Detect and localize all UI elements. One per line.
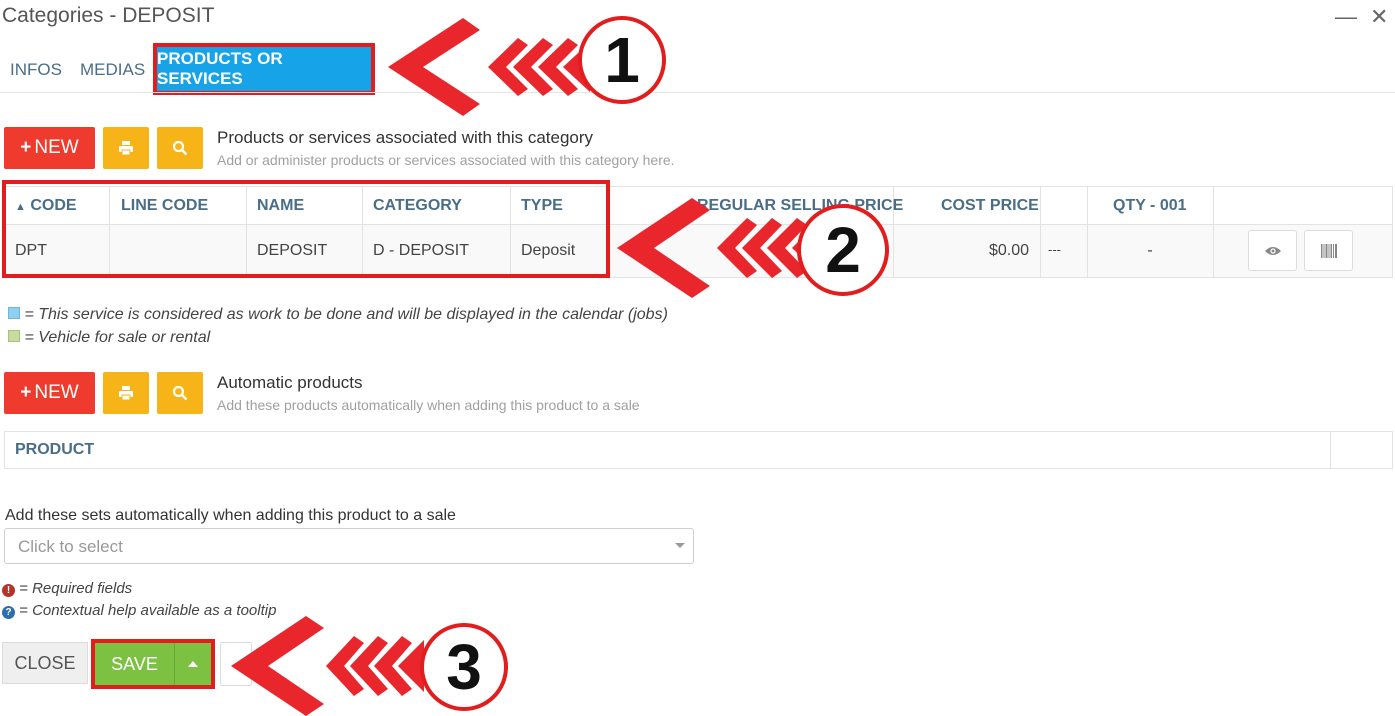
new-button-label: NEW — [34, 382, 79, 403]
eye-icon — [1264, 246, 1281, 255]
required-note: ! = Required fields — [2, 580, 132, 597]
annotation-arrow-2 — [617, 198, 824, 298]
search-icon — [172, 140, 188, 156]
question-icon: ? — [2, 606, 15, 619]
sets-select[interactable]: Click to select — [4, 528, 694, 564]
print-button[interactable] — [103, 127, 149, 169]
annotation-circle-2: 2 — [797, 204, 889, 296]
view-button[interactable] — [1248, 230, 1297, 271]
annotation-circle-1: 1 — [578, 16, 666, 104]
close-button[interactable]: CLOSE — [2, 642, 88, 684]
window-title: Categories - DEPOSIT — [2, 4, 215, 27]
annotation-arrow-3 — [231, 616, 424, 716]
search-button[interactable] — [157, 127, 203, 169]
column-header-qty[interactable]: QTY - 001 — [1113, 197, 1187, 215]
automatic-products-table — [4, 431, 1393, 469]
column-header-product[interactable]: PRODUCT — [15, 441, 94, 459]
print-icon — [119, 141, 133, 156]
chevron-up-icon — [188, 661, 198, 667]
save-button[interactable]: SAVE — [95, 643, 175, 685]
tab-medias[interactable]: MEDIAS — [80, 60, 145, 80]
cell-qty: - — [1147, 242, 1153, 259]
cell-extra: --- — [1048, 242, 1061, 257]
tab-infos[interactable]: INFOS — [10, 60, 62, 80]
print-automatic-button[interactable] — [103, 372, 149, 414]
legend-vehicle-swatch — [8, 330, 20, 342]
search-icon — [172, 385, 188, 401]
sets-label: Add these sets automatically when adding… — [5, 507, 456, 524]
legend-service-swatch — [8, 307, 20, 319]
automatic-section-title: Automatic products — [217, 373, 363, 392]
legend-vehicle: = Vehicle for sale or rental — [8, 329, 210, 347]
automatic-section-subtitle: Add these products automatically when ad… — [217, 397, 640, 413]
new-button-label: NEW — [34, 137, 79, 158]
products-section-title: Products or services associated with thi… — [217, 128, 594, 147]
exclamation-icon: ! — [2, 584, 15, 597]
close-icon[interactable]: ✕ — [1370, 4, 1388, 30]
new-automatic-product-button[interactable]: + NEW — [4, 372, 95, 414]
new-product-button[interactable]: + NEW — [4, 127, 95, 169]
cell-cost-price: $0.00 — [988, 242, 1029, 259]
minimize-icon[interactable]: — — [1335, 4, 1357, 30]
save-options-button[interactable] — [175, 643, 211, 685]
barcode-button[interactable] — [1304, 230, 1353, 271]
highlight-box-table — [2, 180, 610, 278]
products-section-subtitle: Add or administer products or services a… — [217, 152, 675, 168]
annotation-arrow-1 — [388, 18, 590, 116]
save-split-button: SAVE — [91, 639, 215, 689]
plus-icon: + — [20, 382, 32, 403]
print-icon — [119, 386, 133, 401]
tabs-divider — [0, 92, 1395, 93]
barcode-icon — [1320, 243, 1337, 258]
column-header-cost-price[interactable]: COST PRICE — [941, 197, 1039, 215]
annotation-circle-3: 3 — [420, 623, 508, 711]
chevron-down-icon — [675, 543, 685, 548]
sets-select-placeholder: Click to select — [18, 537, 123, 556]
legend-service: = This service is considered as work to … — [8, 306, 668, 324]
tab-products-or-services[interactable]: PRODUCTS OR SERVICES — [153, 43, 375, 95]
plus-icon: + — [20, 137, 32, 158]
search-automatic-button[interactable] — [157, 372, 203, 414]
